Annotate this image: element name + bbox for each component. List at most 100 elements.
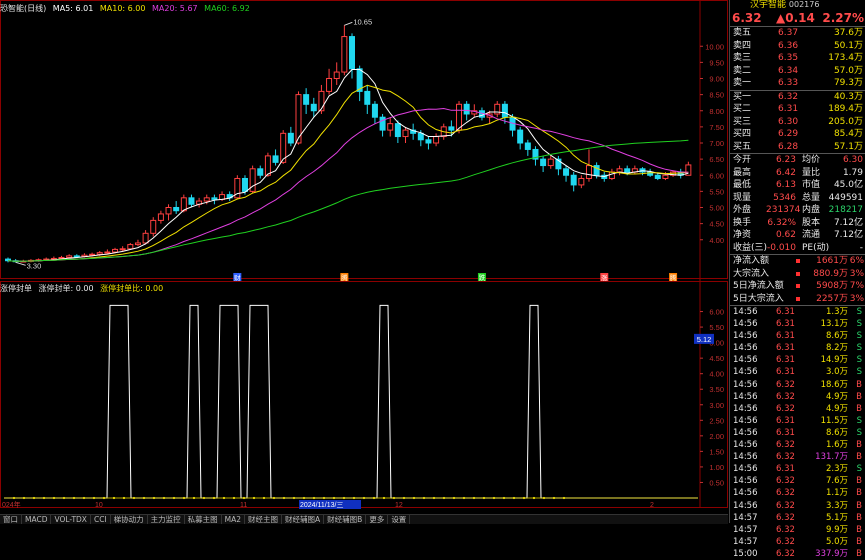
indicator-dot: [42, 496, 46, 500]
trade-row: 14:56 6.31 14.9万 S: [730, 354, 865, 366]
indicator-dot: [492, 496, 496, 500]
trade-time: 14:56: [733, 476, 758, 487]
chart-canvas[interactable]: 10.00 9.50 9.00 8.50 8.00 7.50 7.00 6.50 6.00 5.5…: [0, 0, 728, 510]
trade-side: B: [856, 440, 862, 451]
candle-body: [364, 90, 371, 105]
indicator-dot: [532, 496, 536, 500]
trade-price: 6.32: [776, 452, 795, 463]
trade-side: B: [856, 476, 862, 487]
indicator-dot: [122, 496, 126, 500]
x-axis-label: 024年: [2, 500, 21, 509]
trade-side: S: [856, 331, 862, 342]
trade-price: 6.32: [776, 391, 795, 402]
bid-row: 买一 6.32 40.3万: [730, 91, 865, 104]
trade-side: S: [856, 367, 862, 378]
event-marker-label: 涨: [601, 273, 608, 282]
indicator-dot: [62, 496, 66, 500]
indicator-dot: [182, 496, 186, 500]
price-tick-label: 6.50: [709, 155, 724, 164]
trade-price: 6.32: [776, 379, 795, 390]
trade-price: 6.32: [776, 403, 795, 414]
row-price: 6.29: [778, 129, 799, 139]
candle-body: [387, 123, 394, 131]
stock-title: 恐智能(日线): [0, 4, 47, 13]
trade-time: 14:57: [733, 512, 758, 523]
row-volume: 37.6万: [833, 28, 863, 38]
row-label: 买五: [733, 141, 752, 152]
stat-value: 231374: [766, 205, 801, 215]
indicator-dot: [242, 496, 246, 500]
stat-row: 今开 6.23 均价 6.30: [730, 154, 865, 167]
stock-name: 汉宇智能: [750, 0, 787, 10]
trade-price: 6.31: [776, 319, 795, 330]
indicator-dot: [132, 496, 136, 500]
trade-time: 14:56: [733, 391, 758, 402]
kline-chart-area[interactable]: 10.00 9.50 9.00 8.50 8.00 7.50 7.00 6.50 6.00 5.5…: [0, 0, 728, 510]
trade-price: 6.31: [776, 427, 795, 438]
tick-trades[interactable]: 14:56 6.31 1.3万 S 14:56 6.31 13.1万 S 14:56 6.31 8.…: [730, 305, 865, 560]
indicator-dot: [32, 496, 36, 500]
max-pointer: [344, 21, 353, 26]
trade-row: 14:56 6.32 4.9万 B: [730, 391, 865, 403]
indicator-legend: 涨停封单 涨停封单: 0.00 涨停封单比: 0.00: [0, 283, 163, 295]
flow-bar: [796, 284, 800, 288]
trade-price: 6.32: [776, 488, 795, 499]
stat-value-b: 7.12亿: [833, 230, 863, 240]
row-price: 6.33: [778, 78, 799, 88]
indicator-dot: [452, 496, 456, 500]
trade-time: 14:56: [733, 452, 758, 463]
indicator-dot: [192, 496, 196, 500]
flow-pct: 3%: [849, 268, 864, 279]
stat-label-b: 总量: [802, 192, 821, 203]
indicator-dot: [172, 496, 176, 500]
trade-side: B: [856, 500, 862, 511]
row-price: 6.32: [778, 91, 799, 102]
candle-body: [349, 36, 355, 70]
flow-value: 5908万: [816, 281, 848, 291]
last-price: 6.32: [732, 11, 762, 25]
trade-time: 14:56: [733, 307, 758, 317]
trade-price: 6.31: [776, 307, 795, 317]
flow-pct: 3%: [849, 293, 864, 304]
flow-label: 净流入额: [733, 256, 770, 266]
trade-side: S: [856, 415, 862, 426]
row-label: 卖五: [733, 28, 752, 38]
indicator-dot: [112, 496, 116, 500]
candle-body: [425, 139, 432, 144]
trade-time: 14:56: [733, 464, 758, 475]
indicator-dot: [552, 496, 556, 500]
stat-value: -0.010: [766, 242, 796, 253]
stat-row: 最高 6.42 量比 1.79: [730, 167, 865, 180]
row-volume: 85.4万: [833, 129, 863, 139]
row-price: 6.30: [778, 116, 799, 127]
bid-row: 买三 6.30 205.0万: [730, 116, 865, 129]
candle-body: [272, 155, 279, 163]
ma60-label: MA60: 6.92: [204, 4, 250, 13]
indicator-dot: [512, 496, 516, 500]
indicator-dot: [212, 496, 216, 500]
trade-row: 14:57 6.32 9.9万 B: [730, 524, 865, 536]
trade-volume: 8.6万: [825, 331, 848, 342]
indicator-dot: [322, 496, 326, 500]
ask-row: 卖四 6.36 50.1万: [730, 40, 865, 53]
indicator-dot: [202, 496, 206, 500]
price-tick-label: 7.50: [709, 123, 724, 132]
row-price: 6.35: [778, 53, 799, 63]
price-tick-label: 8.00: [709, 107, 724, 116]
candle-body: [241, 177, 248, 192]
candle-body: [456, 103, 463, 131]
trade-price: 6.31: [776, 367, 795, 378]
ind-tick-label: 2.00: [709, 432, 724, 441]
min-price-label: 3.30: [27, 261, 42, 270]
trade-time: 14:57: [733, 524, 758, 535]
candle-body: [394, 123, 401, 138]
indicator-dot: [432, 496, 436, 500]
flow-pct: 6%: [849, 256, 864, 266]
candle-body: [173, 207, 180, 212]
indicator-dot: [142, 496, 146, 500]
indicator-dot: [522, 496, 526, 500]
stat-label: 外盘: [733, 205, 752, 215]
trade-time: 14:56: [733, 331, 758, 342]
indicator-dot: [482, 496, 486, 500]
flow-row: 净流入额 1661万 6%: [730, 255, 865, 268]
